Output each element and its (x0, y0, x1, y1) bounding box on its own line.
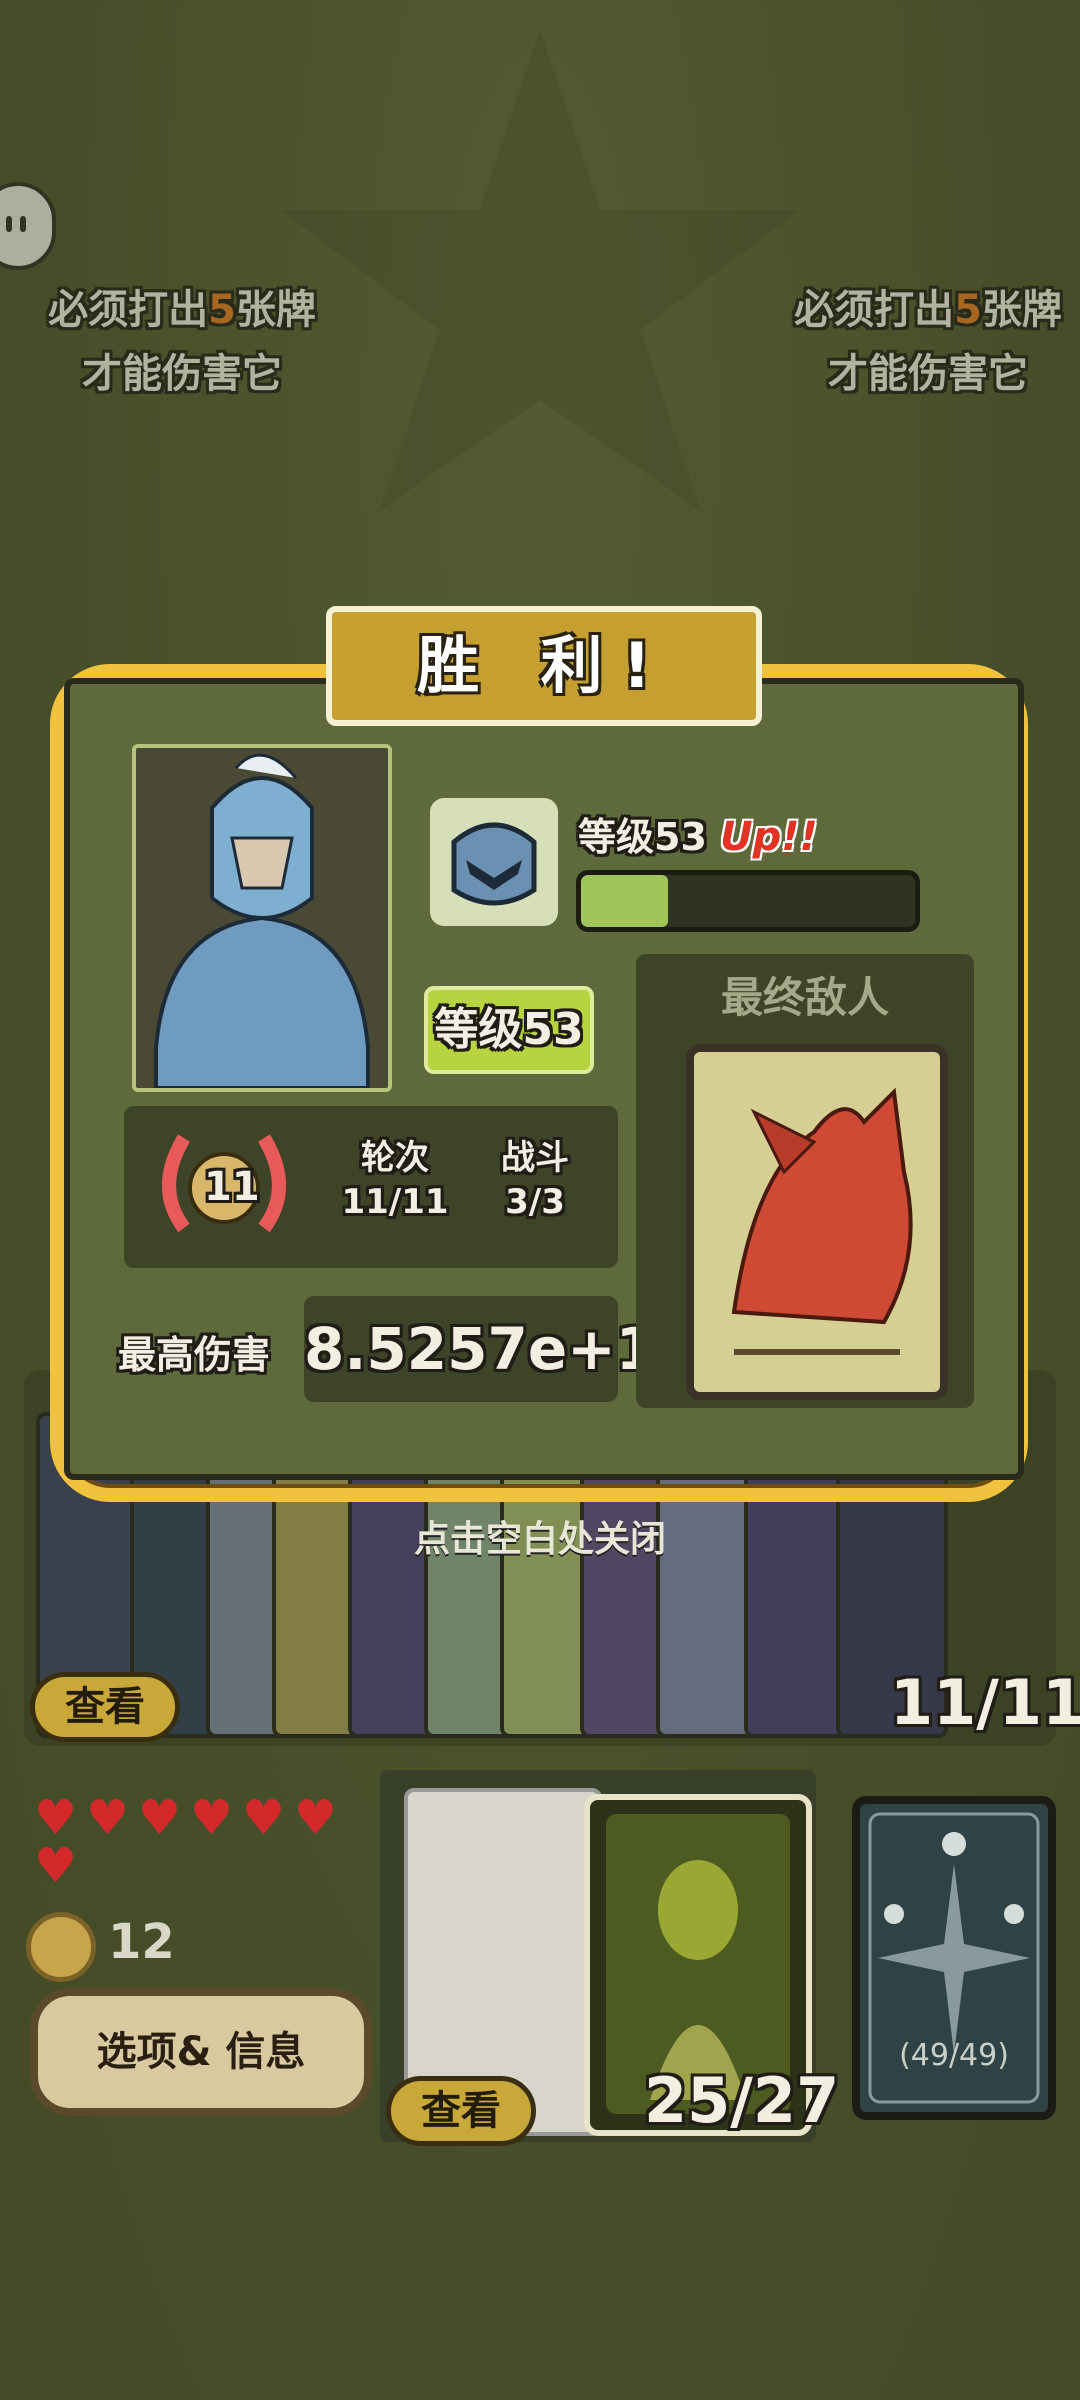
victory-title: 胜 利! (326, 606, 762, 726)
round-value: 11/11 (341, 1182, 449, 1222)
enemy-card (686, 1044, 948, 1400)
heart-icon: ♥ (190, 1790, 234, 1846)
options-info-button[interactable]: 选项& 信息 (30, 1988, 372, 2116)
battle-label: 战斗 (501, 1138, 569, 1178)
heart-icon: ♥ (34, 1790, 78, 1846)
helmet-frame (430, 798, 558, 926)
hero-portrait (132, 744, 392, 1092)
heart-icon: ♥ (34, 1838, 78, 1894)
heart-icon: ♥ (294, 1790, 338, 1846)
coin-count: 12 (108, 1914, 175, 1970)
hearts-row: ♥ ♥ ♥ ♥ ♥ ♥♥ (34, 1790, 374, 1894)
coin-icon (26, 1912, 96, 1982)
final-enemy-label: 最终敌人 (720, 973, 889, 1022)
battle-value: 3/3 (505, 1182, 565, 1222)
round-label: 轮次 (361, 1138, 429, 1178)
heart-icon: ♥ (86, 1790, 130, 1846)
level-label: 等级53 Up!! (578, 814, 818, 860)
battle-stat: 战斗 3/3 (470, 1136, 600, 1224)
red-dragon-icon (731, 1087, 913, 1355)
heart-icon: ♥ (138, 1790, 182, 1846)
level-up-tag: Up!! (720, 814, 818, 860)
deck-view-button[interactable]: 查看 (386, 2076, 536, 2146)
helmet-icon (451, 822, 537, 906)
round-stat: 轮次 11/11 (320, 1136, 470, 1224)
deck-count: 25/27 (644, 2064, 840, 2137)
max-damage-value: 8.5257e+17 (304, 1296, 696, 1402)
hand-view-button[interactable]: 查看 (30, 1672, 180, 1742)
xp-bar (576, 870, 920, 932)
laurel-number: 11 (204, 1164, 260, 1210)
hand-count: 11/11 (890, 1666, 1080, 1739)
heart-icon: ♥ (242, 1790, 286, 1846)
close-hint: 点击空白处关闭 (413, 1519, 666, 1560)
max-damage-label: 最高伤害 (118, 1333, 271, 1377)
xp-bar-fill (581, 875, 668, 927)
pile-count: (49/49) (899, 2038, 1009, 2073)
level-badge: 等级53 (424, 986, 594, 1074)
knight-icon (154, 753, 370, 1088)
